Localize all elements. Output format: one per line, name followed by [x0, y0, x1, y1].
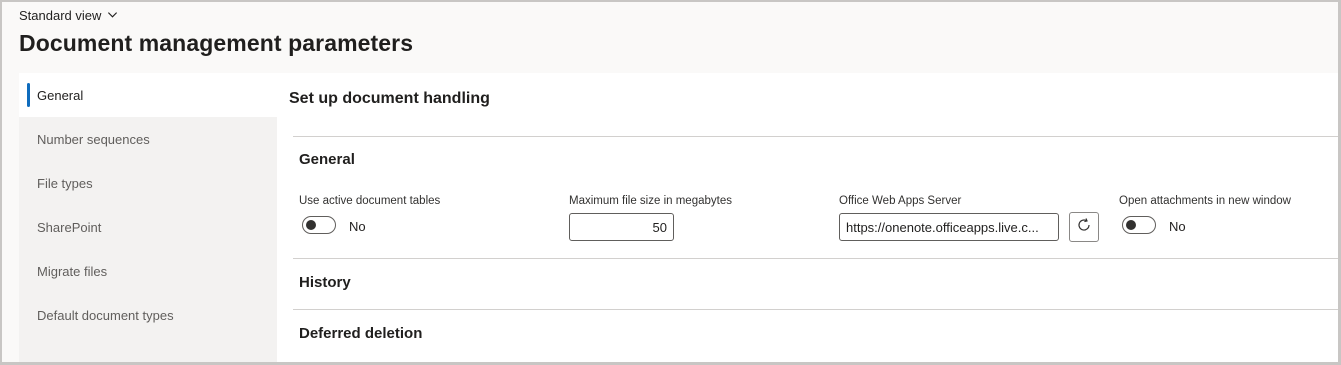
app-window: Standard view Document management parame… [0, 0, 1341, 365]
group-header-general[interactable]: General [299, 151, 355, 168]
max-file-size-label: Maximum file size in megabytes [569, 195, 732, 207]
main-panel: Set up document handling General Use act… [277, 73, 1338, 362]
sidebar-item-migrate-files[interactable]: Migrate files [19, 249, 277, 293]
content-area: General Number sequences File types Shar… [19, 73, 1338, 362]
sidebar-item-label: Migrate files [37, 263, 108, 279]
max-file-size-input[interactable]: 50 [569, 213, 674, 241]
sidebar-item-file-types[interactable]: File types [19, 161, 277, 205]
sidebar-item-sharepoint[interactable]: SharePoint [19, 205, 277, 249]
use-active-document-tables-value: No [349, 219, 366, 234]
group-header-deferred-deletion[interactable]: Deferred deletion [299, 325, 422, 342]
refresh-icon [1076, 217, 1092, 238]
toggle-knob [1126, 219, 1136, 230]
group-header-history[interactable]: History [299, 274, 351, 291]
sidebar-item-general[interactable]: General [19, 73, 277, 117]
sidebar: General Number sequences File types Shar… [19, 73, 277, 362]
divider [293, 309, 1338, 310]
sidebar-item-label: SharePoint [37, 219, 102, 235]
open-attachments-new-window-toggle[interactable] [1122, 216, 1156, 234]
office-web-apps-server-value: https://onenote.officeapps.live.c... [846, 219, 1039, 235]
divider [293, 258, 1338, 259]
sidebar-item-default-document-types[interactable]: Default document types [19, 293, 277, 337]
section-title: Set up document handling [289, 90, 490, 107]
toggle-knob [306, 219, 316, 230]
page-title: Document management parameters [19, 30, 414, 56]
open-attachments-new-window-label: Open attachments in new window [1119, 195, 1291, 207]
refresh-button[interactable] [1069, 212, 1099, 242]
open-attachments-new-window-value: No [1169, 219, 1186, 234]
use-active-document-tables-toggle[interactable] [302, 216, 336, 234]
sidebar-item-label: File types [37, 175, 93, 191]
max-file-size-value: 50 [652, 219, 667, 235]
view-selector[interactable]: Standard view [19, 8, 118, 23]
office-web-apps-server-label: Office Web Apps Server [839, 195, 962, 207]
view-selector-label: Standard view [19, 8, 102, 23]
divider [293, 136, 1338, 137]
chevron-down-icon [107, 8, 118, 23]
use-active-document-tables-label: Use active document tables [299, 195, 441, 207]
sidebar-item-number-sequences[interactable]: Number sequences [19, 117, 277, 161]
sidebar-item-label: Default document types [37, 307, 174, 323]
sidebar-item-label: General [37, 87, 84, 103]
sidebar-item-label: Number sequences [37, 131, 150, 147]
office-web-apps-server-input[interactable]: https://onenote.officeapps.live.c... [839, 213, 1059, 241]
